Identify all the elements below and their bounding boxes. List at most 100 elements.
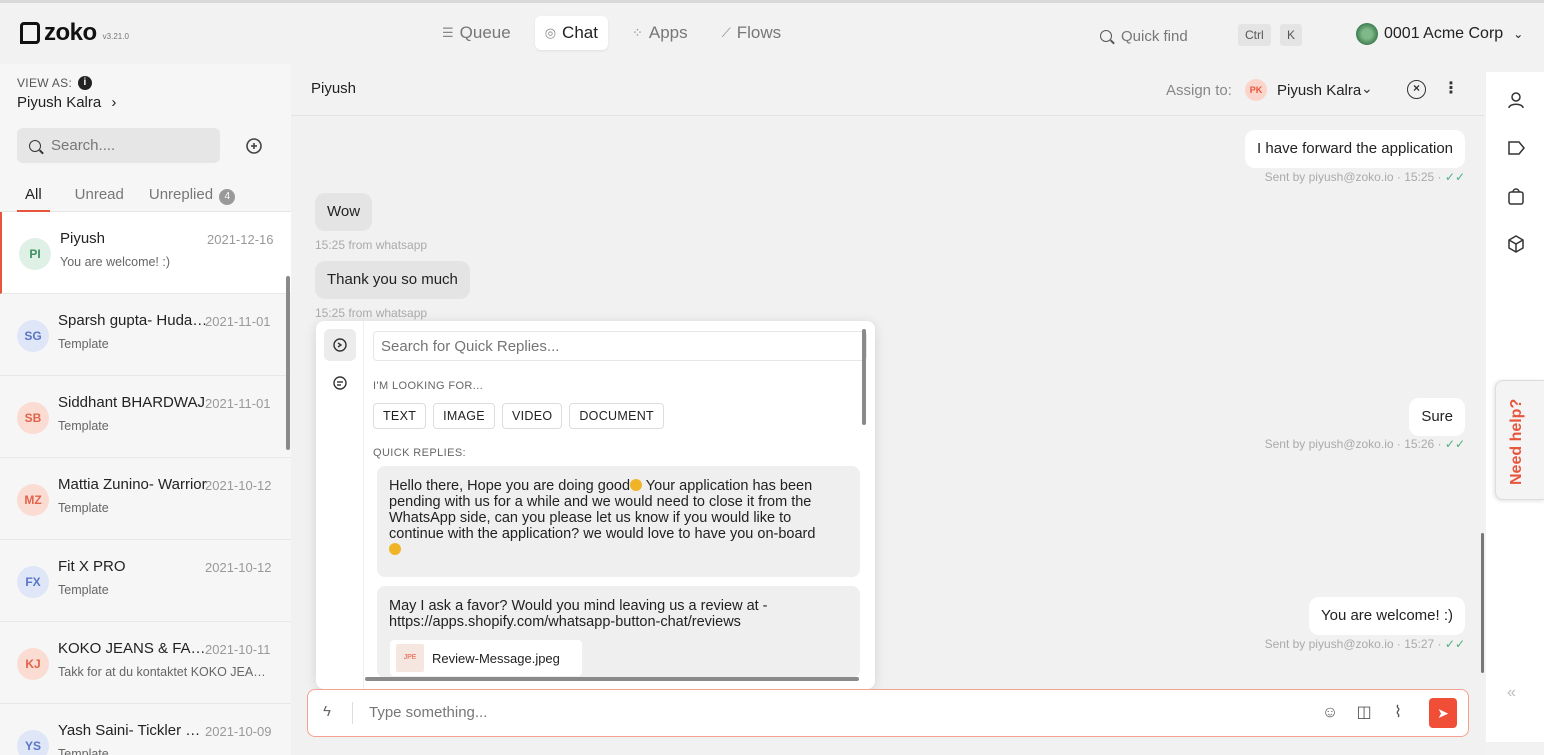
close-chat-icon[interactable]: ×: [1407, 80, 1426, 99]
more-options-icon[interactable]: ⋮: [1443, 78, 1459, 98]
search-icon: [1100, 30, 1112, 42]
message-composer: ϟ Type something... ☺ ◫ ⌇ ➤: [307, 689, 1469, 737]
conversation-preview: Template: [58, 583, 109, 597]
avatar: MZ: [17, 484, 49, 516]
send-button[interactable]: ➤: [1429, 698, 1457, 728]
lightning-icon[interactable]: ϟ: [323, 703, 331, 720]
grid-icon: ⁘: [631, 25, 643, 40]
message-bubble-out[interactable]: You are welcome! :): [1308, 597, 1465, 635]
nav-flows[interactable]: ⟋ Flows: [712, 16, 792, 50]
search-placeholder: Search....: [51, 137, 116, 154]
message-bubble-in[interactable]: Wow: [315, 193, 373, 231]
message-meta: 15:25 from whatsapp: [315, 306, 428, 320]
filter-document[interactable]: DOCUMENT: [569, 403, 664, 429]
shopping-bag-icon[interactable]: [1505, 186, 1527, 208]
conversation-name: Yash Saini- Tickler Store: [58, 722, 208, 739]
nav-queue[interactable]: ☰ Queue: [432, 16, 521, 50]
view-as-text: VIEW AS:: [17, 76, 73, 90]
message-input[interactable]: Type something...: [369, 704, 487, 721]
quick-reply-item[interactable]: Hello there, Hope you are doing good You…: [377, 466, 860, 577]
message-bubble-in[interactable]: Thank you so much: [315, 261, 470, 299]
app-version: v3.21.0: [102, 31, 129, 41]
attachment-chip[interactable]: JPE Review-Message.jpeg: [390, 640, 582, 676]
double-check-icon: ✓✓: [1444, 170, 1465, 184]
user-icon[interactable]: [1505, 90, 1527, 112]
view-as-name: Piyush Kalra: [17, 94, 102, 111]
message-bubble-out[interactable]: Sure: [1409, 398, 1465, 436]
smile-emoji-icon: [389, 543, 401, 555]
filter-text[interactable]: TEXT: [373, 403, 427, 429]
paperclip-icon[interactable]: ⌇: [1387, 702, 1409, 724]
zoko-logo[interactable]: zoko v3.21.0: [20, 19, 129, 47]
chat-header: Piyush Assign to: PK Piyush Kalra ⌄ × ⋮: [291, 64, 1484, 116]
conversation-name: Mattia Zunino- Warrior: [58, 476, 207, 493]
message-meta-text: Sent by piyush@zoko.io · 15:25 ·: [1264, 170, 1445, 184]
filter-video[interactable]: VIDEO: [501, 403, 563, 429]
quick-replies-scrollbar[interactable]: [862, 329, 866, 425]
new-chat-button[interactable]: [244, 136, 264, 156]
conversation-name: Piyush: [60, 230, 106, 247]
assignee-name[interactable]: Piyush Kalra: [1277, 82, 1361, 99]
quick-reply-icon: [333, 338, 347, 352]
conversation-tabs: All Unread Unreplied 4: [0, 180, 291, 212]
conversation-date: 2021-10-11: [205, 642, 271, 657]
conversation-name: KOKO JEANS & FASHION: [58, 640, 208, 657]
nav-apps[interactable]: ⁘ Apps: [622, 16, 698, 50]
view-as-selector[interactable]: Piyush Kalra ›: [17, 94, 116, 111]
looking-for-label: I'M LOOKING FOR...: [373, 380, 484, 392]
kbd-ctrl: Ctrl: [1238, 24, 1271, 46]
need-help-tab[interactable]: Need help?: [1495, 380, 1544, 500]
tab-unreplied[interactable]: Unreplied 4: [149, 180, 236, 212]
quick-replies-search-input[interactable]: [373, 331, 867, 361]
account-avatar: [1356, 23, 1378, 45]
flow-icon: ⟋: [721, 25, 731, 40]
conversation-preview: Takk for at du kontaktet KOKO JEANS & FA…: [58, 665, 273, 679]
collapse-rail-icon[interactable]: «: [1507, 684, 1516, 702]
tab-all[interactable]: All: [17, 180, 50, 212]
conversation-preview: Template: [58, 501, 109, 515]
conversation-sidebar: VIEW AS: i Piyush Kalra › Search.... All…: [0, 64, 291, 755]
nav-queue-label: Queue: [459, 23, 511, 42]
info-icon[interactable]: i: [78, 76, 93, 90]
conversation-item[interactable]: MZ Mattia Zunino- Warrior 2021-10-12 Templa…: [0, 458, 291, 540]
assignee-avatar[interactable]: PK: [1245, 79, 1267, 101]
conversation-item[interactable]: FX Fit X PRO 2021-10-12 Template: [0, 540, 291, 622]
nav-flows-label: Flows: [736, 23, 782, 42]
conversation-preview: You are welcome! :): [60, 255, 171, 269]
sticker-icon[interactable]: ◫: [1353, 702, 1375, 724]
tab-unread[interactable]: Unread: [75, 180, 124, 212]
conversation-item[interactable]: KJ KOKO JEANS & FASHION2021-10-11 Takk for…: [0, 622, 291, 704]
chat-scrollbar[interactable]: [1481, 533, 1484, 673]
quick-replies-hscrollbar[interactable]: [365, 677, 859, 681]
package-icon[interactable]: [1505, 234, 1527, 256]
saved-reply-icon: [333, 376, 347, 390]
conversation-list: PI Piyush 2021-12-16 You are welcome! :) SG S…: [0, 212, 291, 755]
conversation-search-input[interactable]: Search....: [17, 128, 220, 163]
emoji-icon[interactable]: ☺: [1319, 702, 1341, 724]
quick-reply-tab-button[interactable]: [324, 329, 356, 361]
conversation-item[interactable]: YS Yash Saini- Tickler Store 2021-10-09 Tem…: [0, 704, 291, 755]
message-bubble-out[interactable]: I have forward the application: [1245, 130, 1465, 168]
conversation-list-scrollbar[interactable]: [286, 276, 290, 450]
assign-label: Assign to:: [1166, 82, 1232, 99]
chat-icon: ◎: [544, 25, 557, 40]
filter-chips: TEXT IMAGE VIDEO DOCUMENT: [373, 403, 664, 429]
message-meta: Sent by piyush@zoko.io · 15:26 · ✓✓: [1265, 437, 1465, 451]
saved-replies-tab-button[interactable]: [324, 367, 356, 399]
double-check-icon: ✓✓: [1444, 637, 1465, 651]
avatar: YS: [17, 730, 49, 755]
nav-chat[interactable]: ◎ Chat: [534, 16, 608, 50]
conversation-item[interactable]: SB Siddhant BHARDWAJ 2021-11-01 Template: [0, 376, 291, 458]
account-switcher[interactable]: 0001 Acme Corp ⌄: [1356, 23, 1523, 45]
conversation-date: 2021-10-12: [205, 560, 272, 575]
quick-find[interactable]: Quick find Ctrl K: [1090, 21, 1308, 51]
tag-icon[interactable]: [1505, 138, 1527, 160]
view-as-label: VIEW AS: i: [17, 76, 93, 90]
filter-image[interactable]: IMAGE: [433, 403, 495, 429]
conversation-preview: Template: [58, 337, 109, 351]
avatar: KJ: [17, 648, 49, 680]
conversation-item[interactable]: SG Sparsh gupta- Hudanot 2021-11-01 Templat…: [0, 294, 291, 376]
message-meta: Sent by piyush@zoko.io · 15:25 · ✓✓: [1265, 170, 1465, 184]
conversation-item[interactable]: PI Piyush 2021-12-16 You are welcome! :): [0, 212, 291, 294]
chevron-down-icon[interactable]: ⌄: [1361, 80, 1373, 97]
